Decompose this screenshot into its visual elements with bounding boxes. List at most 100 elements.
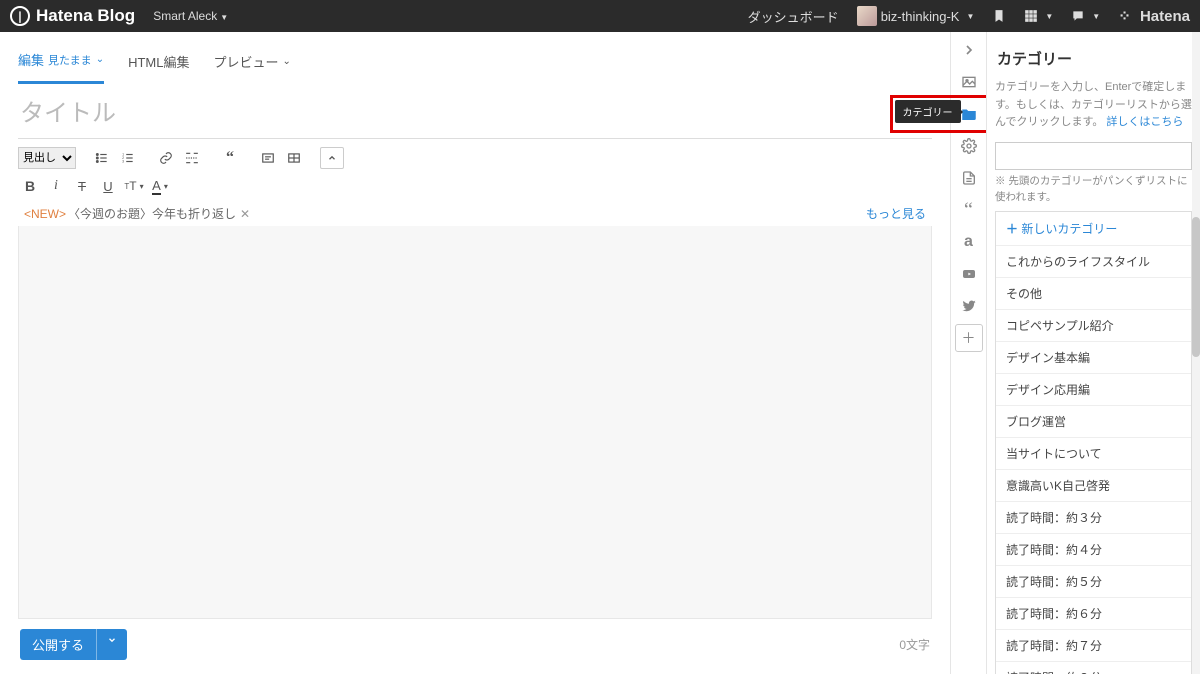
topbar: ❘ Hatena Blog Smart Aleck▼ ダッシュボード biz-t…	[0, 0, 1200, 32]
link-icon[interactable]	[154, 147, 178, 169]
blog-name-dropdown[interactable]: Smart Aleck▼	[153, 9, 228, 23]
editor-footer: 公開する 0文字	[18, 619, 932, 660]
panel-desc-link[interactable]: 詳しくはこちら	[1106, 116, 1183, 128]
underline-icon[interactable]: U	[96, 175, 120, 197]
brand-text: Hatena Blog	[36, 6, 135, 26]
category-item[interactable]: 読了時間：約３分	[996, 502, 1191, 534]
publish-label: 公開する	[20, 629, 96, 660]
read-more-icon[interactable]	[180, 147, 204, 169]
scrollbar-thumb[interactable]	[1192, 217, 1200, 357]
side-rail: カテゴリー “ a ＋	[950, 32, 986, 674]
quote-block-icon[interactable]: “	[955, 196, 983, 224]
topic-hint-bar: <NEW> 〈今週のお題〉今年も折り返し ✕ もっと見る	[18, 201, 932, 226]
paragraph-box-icon[interactable]	[256, 147, 280, 169]
category-item[interactable]: デザイン基本編	[996, 342, 1191, 374]
bookmark-icon[interactable]	[992, 9, 1006, 23]
editor-body[interactable]	[18, 226, 932, 619]
document-icon[interactable]	[955, 164, 983, 192]
quote-icon[interactable]: “	[218, 147, 242, 169]
tab-preview-label: プレビュー	[213, 52, 278, 71]
apps-icon[interactable]: ▼	[1024, 9, 1053, 23]
collapse-toolbar-icon[interactable]	[320, 147, 344, 169]
category-item[interactable]: ブログ運営	[996, 406, 1191, 438]
category-item[interactable]: デザイン応用編	[996, 374, 1191, 406]
speech-icon[interactable]: ▼	[1071, 9, 1100, 23]
topbar-right: ダッシュボード biz-thinking-K ▼ ▼ ▼ ⁘ Hatena	[748, 6, 1190, 26]
toolbar-row-2: B i T U TT▾ A▾	[18, 175, 932, 201]
new-category-button[interactable]: ＋ 新しいカテゴリー	[996, 212, 1191, 246]
category-item[interactable]: 読了時間：約５分	[996, 566, 1191, 598]
category-item[interactable]: 読了時間：約４分	[996, 534, 1191, 566]
hatena-icon: ⁘	[1118, 7, 1128, 25]
hint-text[interactable]: 〈今週のお題〉今年も折り返し	[68, 205, 236, 222]
image-icon[interactable]	[955, 68, 983, 96]
add-icon[interactable]: ＋	[955, 324, 983, 352]
category-icon[interactable]: カテゴリー	[955, 100, 983, 128]
heading-select[interactable]: 見出し	[18, 147, 76, 169]
category-item[interactable]: コピペサンプル紹介	[996, 310, 1191, 342]
tooltip: カテゴリー	[895, 100, 961, 123]
tab-edit-label: 編集	[18, 50, 44, 69]
new-tag: <NEW>	[24, 207, 66, 221]
dashboard-link[interactable]: ダッシュボード	[748, 7, 839, 26]
publish-dropdown[interactable]	[96, 629, 127, 660]
italic-icon[interactable]: i	[44, 175, 68, 197]
avatar	[857, 6, 877, 26]
bold-icon[interactable]: B	[18, 175, 42, 197]
user-menu[interactable]: biz-thinking-K ▼	[857, 6, 975, 26]
twitter-icon[interactable]	[955, 292, 983, 320]
collapse-panel-icon[interactable]	[955, 36, 983, 64]
brand-logo[interactable]: ❘ Hatena Blog	[10, 6, 135, 26]
strikethrough-icon[interactable]: T	[70, 175, 94, 197]
panel-desc: カテゴリーを入力し、Enterで確定します。もしくは、カテゴリーリストから選んで…	[995, 79, 1192, 132]
title-input[interactable]	[18, 90, 932, 139]
panel-note: ※ 先頭のカテゴリーがパンくずリストに使われます。	[995, 174, 1192, 206]
hatena-service-link[interactable]: ⁘ Hatena	[1118, 7, 1190, 25]
tab-html[interactable]: HTML編集	[128, 42, 189, 84]
category-item[interactable]: これからのライフスタイル	[996, 246, 1191, 278]
chevron-down-icon: ⌄	[96, 54, 104, 65]
brand-icon: ❘	[10, 6, 30, 26]
dashboard-label: ダッシュボード	[748, 7, 839, 26]
editor-area: 編集 見たまま ⌄ HTML編集 プレビュー ⌄ 見出し 123 “	[0, 32, 950, 674]
editor-tabs: 編集 見たまま ⌄ HTML編集 プレビュー ⌄	[18, 40, 932, 84]
char-count: 0文字	[899, 636, 930, 653]
category-input[interactable]	[995, 142, 1192, 170]
hatena-label: Hatena	[1140, 8, 1190, 25]
tab-html-label: HTML編集	[128, 52, 189, 71]
unordered-list-icon[interactable]	[90, 147, 114, 169]
category-list: ＋ 新しいカテゴリー これからのライフスタイルその他コピペサンプル紹介デザイン基…	[995, 211, 1192, 674]
amazon-icon[interactable]: a	[955, 228, 983, 256]
ordered-list-icon[interactable]: 123	[116, 147, 140, 169]
tooltip-label: カテゴリー	[895, 100, 961, 123]
youtube-icon[interactable]	[955, 260, 983, 288]
close-icon[interactable]: ✕	[240, 207, 250, 221]
username: biz-thinking-K	[881, 9, 960, 24]
tab-edit-mode: 見たまま	[48, 52, 92, 68]
blog-name: Smart Aleck	[153, 9, 217, 23]
category-item[interactable]: 読了時間：約７分	[996, 630, 1191, 662]
panel-title: カテゴリー	[995, 40, 1192, 79]
table-icon[interactable]	[282, 147, 306, 169]
svg-text:3: 3	[122, 160, 124, 164]
category-item[interactable]: 意識高いK自己啓発	[996, 470, 1191, 502]
category-item[interactable]: 当サイトについて	[996, 438, 1191, 470]
chevron-down-icon: ⌄	[282, 56, 290, 67]
toolbar: 見出し 123 “	[18, 139, 932, 175]
category-item[interactable]: 読了時間：約６分	[996, 598, 1191, 630]
settings-icon[interactable]	[955, 132, 983, 160]
font-color-icon[interactable]: A▾	[148, 175, 172, 197]
new-category-label: 新しいカテゴリー	[1021, 222, 1117, 236]
font-size-icon[interactable]: TT▾	[122, 175, 146, 197]
caret-down-icon: ▼	[966, 12, 974, 21]
more-link[interactable]: もっと見る	[866, 205, 926, 222]
publish-button[interactable]: 公開する	[20, 629, 127, 660]
category-item[interactable]: 読了時間：約８分	[996, 662, 1191, 674]
category-panel: カテゴリー カテゴリーを入力し、Enterで確定します。もしくは、カテゴリーリス…	[986, 32, 1200, 674]
tab-edit[interactable]: 編集 見たまま ⌄	[18, 42, 104, 84]
tab-preview[interactable]: プレビュー ⌄	[213, 42, 290, 84]
page: 編集 見たまま ⌄ HTML編集 プレビュー ⌄ 見出し 123 “	[0, 32, 1200, 674]
caret-down-icon: ▼	[1045, 12, 1053, 21]
category-item[interactable]: その他	[996, 278, 1191, 310]
caret-down-icon: ▼	[1092, 12, 1100, 21]
